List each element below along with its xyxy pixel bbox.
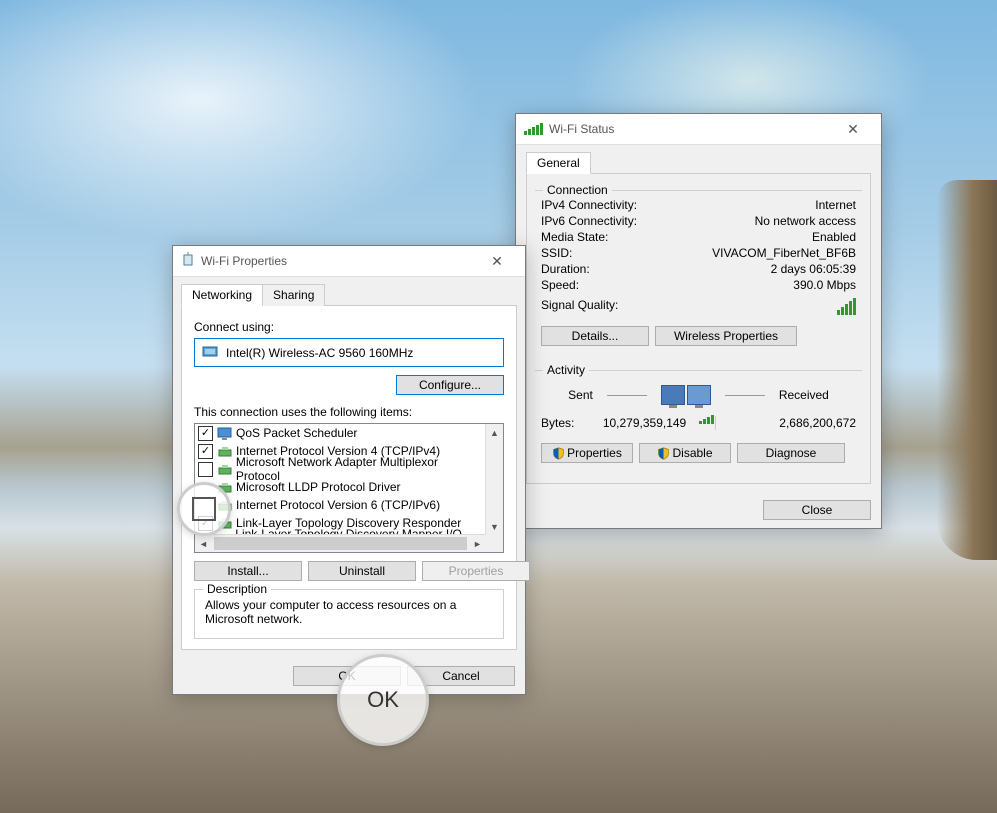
network-protocol-icon [217, 498, 233, 512]
description-group: Description Allows your computer to acce… [194, 589, 504, 639]
activity-legend: Activity [543, 363, 589, 377]
protocol-label: Microsoft LLDP Protocol Driver [236, 480, 401, 494]
network-protocol-icon [217, 444, 233, 458]
monitor-icon [217, 426, 233, 440]
protocol-label: Microsoft Network Adapter Multiplexor Pr… [236, 455, 483, 483]
vertical-scrollbar[interactable]: ▲ ▼ [485, 424, 503, 535]
scroll-up-icon[interactable]: ▲ [486, 424, 503, 441]
received-label: Received [779, 388, 829, 402]
uninstall-button[interactable]: Uninstall [308, 561, 416, 581]
media-label: Media State: [541, 230, 608, 244]
protocol-label: QoS Packet Scheduler [236, 426, 357, 440]
configure-button[interactable]: Configure... [396, 375, 504, 395]
item-properties-button[interactable]: Properties [422, 561, 530, 581]
props-title: Wi-Fi Properties [201, 254, 477, 268]
items-label: This connection uses the following items… [194, 405, 504, 419]
activity-group: Activity Sent Received Bytes: 10,279,359… [535, 370, 862, 473]
close-icon[interactable]: ✕ [477, 253, 517, 270]
ssid-value: VIVACOM_FiberNet_BF6B [712, 246, 856, 260]
description-legend: Description [203, 582, 271, 596]
tab-sharing[interactable]: Sharing [262, 284, 325, 306]
checkbox[interactable]: ✓ [198, 516, 213, 531]
diagnose-button[interactable]: Diagnose [737, 443, 845, 463]
props-titlebar[interactable]: Wi-Fi Properties ✕ [173, 246, 525, 277]
signal-bars-icon [837, 298, 856, 315]
recv-line [725, 395, 765, 396]
disable-button[interactable]: Disable [639, 443, 731, 463]
duration-label: Duration: [541, 262, 590, 276]
list-item[interactable]: Microsoft Network Adapter Multiplexor Pr… [195, 460, 486, 478]
horizontal-scrollbar[interactable]: ◄ ► [195, 534, 486, 552]
status-title: Wi-Fi Status [549, 122, 833, 136]
bytes-sent: 10,279,359,149 [574, 416, 714, 430]
ok-button[interactable]: OK [293, 666, 401, 686]
adapter-field[interactable]: Intel(R) Wireless-AC 9560 160MHz [194, 338, 504, 367]
protocol-label: Internet Protocol Version 6 (TCP/IPv6) [236, 498, 440, 512]
bytes-label: Bytes: [541, 416, 574, 430]
network-protocol-icon [217, 462, 233, 476]
checkbox[interactable] [198, 462, 213, 477]
description-text: Allows your computer to access resources… [205, 598, 493, 628]
connect-using-label: Connect using: [194, 320, 504, 334]
duration-value: 2 days 06:05:39 [771, 262, 856, 276]
ipv4-label: IPv4 Connectivity: [541, 198, 637, 212]
adapter-name: Intel(R) Wireless-AC 9560 160MHz [226, 346, 413, 360]
speed-label: Speed: [541, 278, 579, 292]
wireless-properties-button[interactable]: Wireless Properties [655, 326, 797, 346]
ssid-label: SSID: [541, 246, 572, 260]
ipv6-value: No network access [755, 214, 856, 228]
signal-label: Signal Quality: [541, 298, 618, 315]
ipv6-label: IPv6 Connectivity: [541, 214, 637, 228]
connection-group: Connection IPv4 Connectivity:Internet IP… [535, 190, 862, 356]
list-item[interactable]: Internet Protocol Version 6 (TCP/IPv6) [195, 496, 486, 514]
network-protocol-icon [217, 516, 233, 530]
tab-general[interactable]: General [526, 152, 591, 174]
connection-legend: Connection [543, 183, 612, 197]
protocols-listbox[interactable]: ✓ QoS Packet Scheduler ✓ Internet Protocol … [194, 423, 504, 553]
sent-line [607, 395, 647, 396]
details-button[interactable]: Details... [541, 326, 649, 346]
close-icon[interactable]: ✕ [833, 121, 873, 138]
sent-label: Sent [568, 388, 593, 402]
list-item[interactable]: ✓ QoS Packet Scheduler [195, 424, 486, 442]
install-button[interactable]: Install... [194, 561, 302, 581]
bytes-recv: 2,686,200,672 [716, 416, 856, 430]
scroll-left-icon[interactable]: ◄ [195, 535, 212, 552]
media-value: Enabled [812, 230, 856, 244]
checkbox[interactable]: ✓ [198, 444, 213, 459]
status-titlebar[interactable]: Wi-Fi Status ✕ [516, 114, 881, 145]
close-button[interactable]: Close [763, 500, 871, 520]
network-card-icon [202, 344, 220, 361]
cancel-button[interactable]: Cancel [407, 666, 515, 686]
speed-value: 390.0 Mbps [793, 278, 856, 292]
ipv4-value: Internet [815, 198, 856, 212]
wifi-signal-icon [524, 123, 543, 135]
activity-monitors-icon [661, 385, 711, 405]
tab-networking[interactable]: Networking [181, 284, 263, 306]
network-protocol-icon [217, 480, 233, 494]
scroll-right-icon[interactable]: ► [469, 535, 486, 552]
adapter-icon [181, 252, 195, 271]
wifi-properties-window: Wi-Fi Properties ✕ Networking Sharing Co… [172, 245, 526, 695]
properties-button[interactable]: Properties [541, 443, 633, 463]
activity-signal-icon [699, 415, 714, 424]
scroll-down-icon[interactable]: ▼ [486, 518, 503, 535]
checkbox[interactable]: ✓ [198, 426, 213, 441]
wifi-status-window: Wi-Fi Status ✕ General Connection IPv4 C… [515, 113, 882, 529]
